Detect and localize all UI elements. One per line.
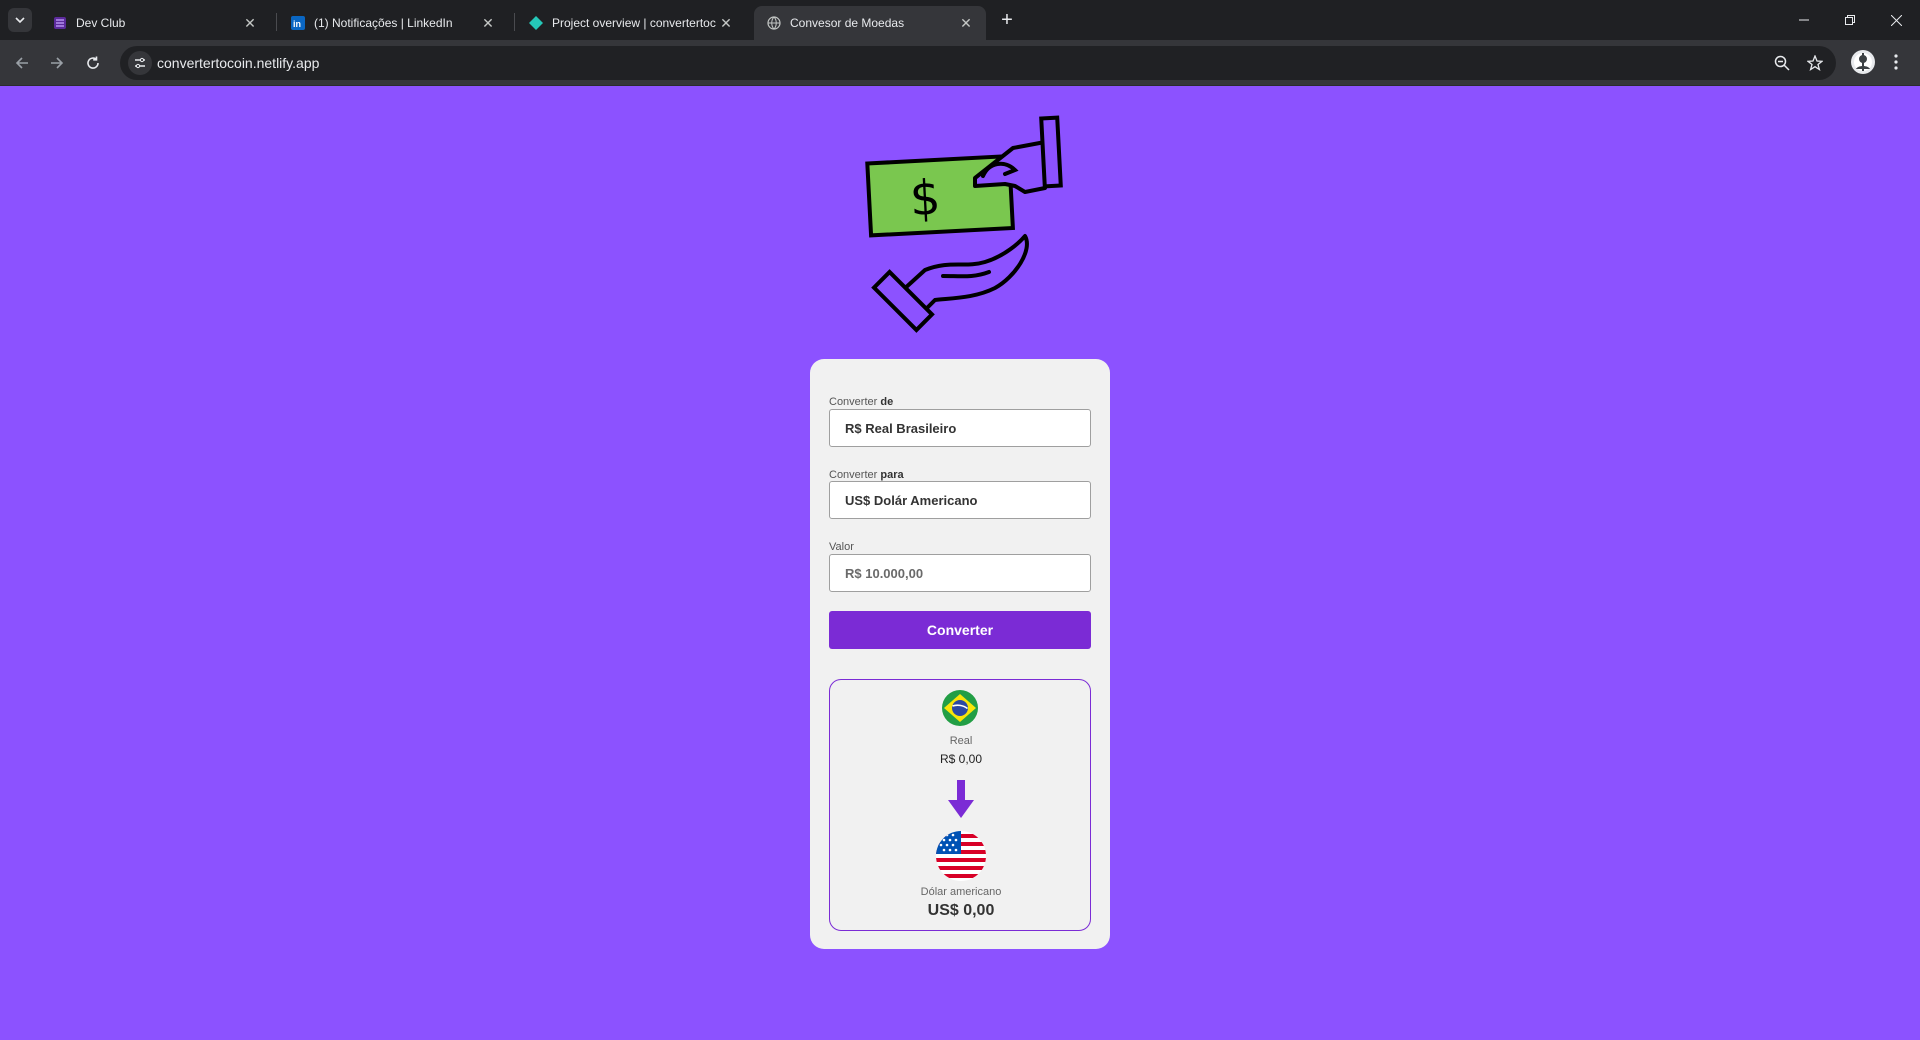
to-currency-select[interactable]: US$ Dolár Americano: [829, 481, 1091, 519]
close-tab-icon[interactable]: ✕: [718, 15, 734, 31]
minimize-icon: [1799, 19, 1809, 21]
address-bar[interactable]: convertertocoin.netlify.app: [120, 46, 1836, 80]
restore-button[interactable]: [1827, 0, 1873, 40]
tab-netlify[interactable]: Project overview | convertertoc ✕: [516, 6, 746, 40]
label-text: Converter: [829, 396, 881, 408]
arrow-left-icon: [15, 57, 28, 69]
usa-flag-icon: [936, 831, 986, 881]
star-icon: [1807, 55, 1823, 71]
converter-card: Converter de R$ Real Brasileiro Converte…: [810, 359, 1110, 949]
more-vert-icon: [1894, 54, 1898, 70]
profile-avatar[interactable]: [1851, 50, 1875, 74]
minimize-button[interactable]: [1781, 0, 1827, 40]
new-tab-button[interactable]: +: [995, 8, 1019, 32]
tab-search-button[interactable]: [8, 8, 32, 32]
tab-conversor-de-moedas[interactable]: Convesor de Moedas ✕: [754, 6, 986, 40]
close-icon: [1890, 14, 1902, 26]
arrow-down-icon: [948, 780, 974, 818]
tab-linkedin[interactable]: in (1) Notificações | LinkedIn ✕: [278, 6, 508, 40]
close-tab-icon[interactable]: ✕: [480, 15, 496, 31]
amount-field[interactable]: [829, 554, 1091, 592]
to-currency-value: US$ Dolár Americano: [845, 492, 978, 508]
reload-button[interactable]: [80, 50, 106, 76]
site-info-icon[interactable]: [128, 51, 152, 75]
bookmark-button[interactable]: [1805, 53, 1825, 73]
chevron-down-icon: [15, 17, 25, 24]
close-tab-icon[interactable]: ✕: [242, 15, 258, 31]
zoom-button[interactable]: [1772, 53, 1792, 73]
close-tab-icon[interactable]: ✕: [958, 15, 974, 31]
tab-title: Project overview | convertertoc: [552, 16, 716, 30]
money-hands-illustration: $: [865, 115, 1063, 333]
tab-title: Dev Club: [76, 16, 126, 30]
url-text: convertertocoin.netlify.app: [157, 55, 320, 71]
from-currency-value: R$ Real Brasileiro: [845, 420, 957, 436]
zoom-out-icon: [1774, 55, 1790, 71]
reload-icon: [87, 56, 99, 69]
convert-button[interactable]: Converter: [829, 611, 1091, 649]
to-currency-name: Dólar americano: [920, 886, 1002, 898]
brazil-flag-icon: [942, 690, 978, 726]
svg-text:in: in: [293, 19, 301, 29]
tab-divider: [276, 13, 277, 31]
to-currency-result: US$ 0,00: [927, 902, 995, 919]
tab-divider: [514, 13, 515, 31]
tab-title: Convesor de Moedas: [790, 16, 905, 30]
from-currency-label: Converter de: [829, 396, 893, 408]
label-bold-text: de: [880, 396, 894, 408]
conversion-result-box: Real R$ 0,00 Dólar americano US$ 0,00: [829, 679, 1091, 931]
tab-dev-club[interactable]: Dev Club ✕: [40, 6, 270, 40]
amount-input[interactable]: [845, 565, 1075, 581]
forward-button[interactable]: [44, 50, 70, 76]
browser-tab-bar: Dev Club ✕ in (1) Notificações | LinkedI…: [0, 0, 1920, 40]
from-currency-select[interactable]: R$ Real Brasileiro: [829, 409, 1091, 447]
devclub-icon: [52, 15, 68, 31]
restore-icon: [1845, 15, 1855, 25]
label-bold-text: para: [880, 469, 904, 481]
globe-icon: [766, 15, 782, 31]
avatar-icon: [1854, 53, 1872, 71]
tab-title: (1) Notificações | LinkedIn: [314, 16, 453, 30]
netlify-icon: [528, 15, 544, 31]
svg-text:$: $: [909, 170, 942, 228]
back-button[interactable]: [9, 50, 35, 76]
from-currency-result: R$ 0,00: [939, 752, 983, 766]
label-text: Converter: [829, 469, 881, 481]
to-currency-label: Converter para: [829, 469, 904, 481]
linkedin-icon: in: [290, 15, 306, 31]
browser-toolbar: convertertocoin.netlify.app: [0, 40, 1920, 86]
from-currency-name: Real: [949, 735, 973, 747]
close-window-button[interactable]: [1873, 0, 1919, 40]
arrow-right-icon: [51, 57, 64, 69]
browser-menu-button[interactable]: [1884, 50, 1908, 74]
amount-label: Valor: [829, 541, 854, 553]
